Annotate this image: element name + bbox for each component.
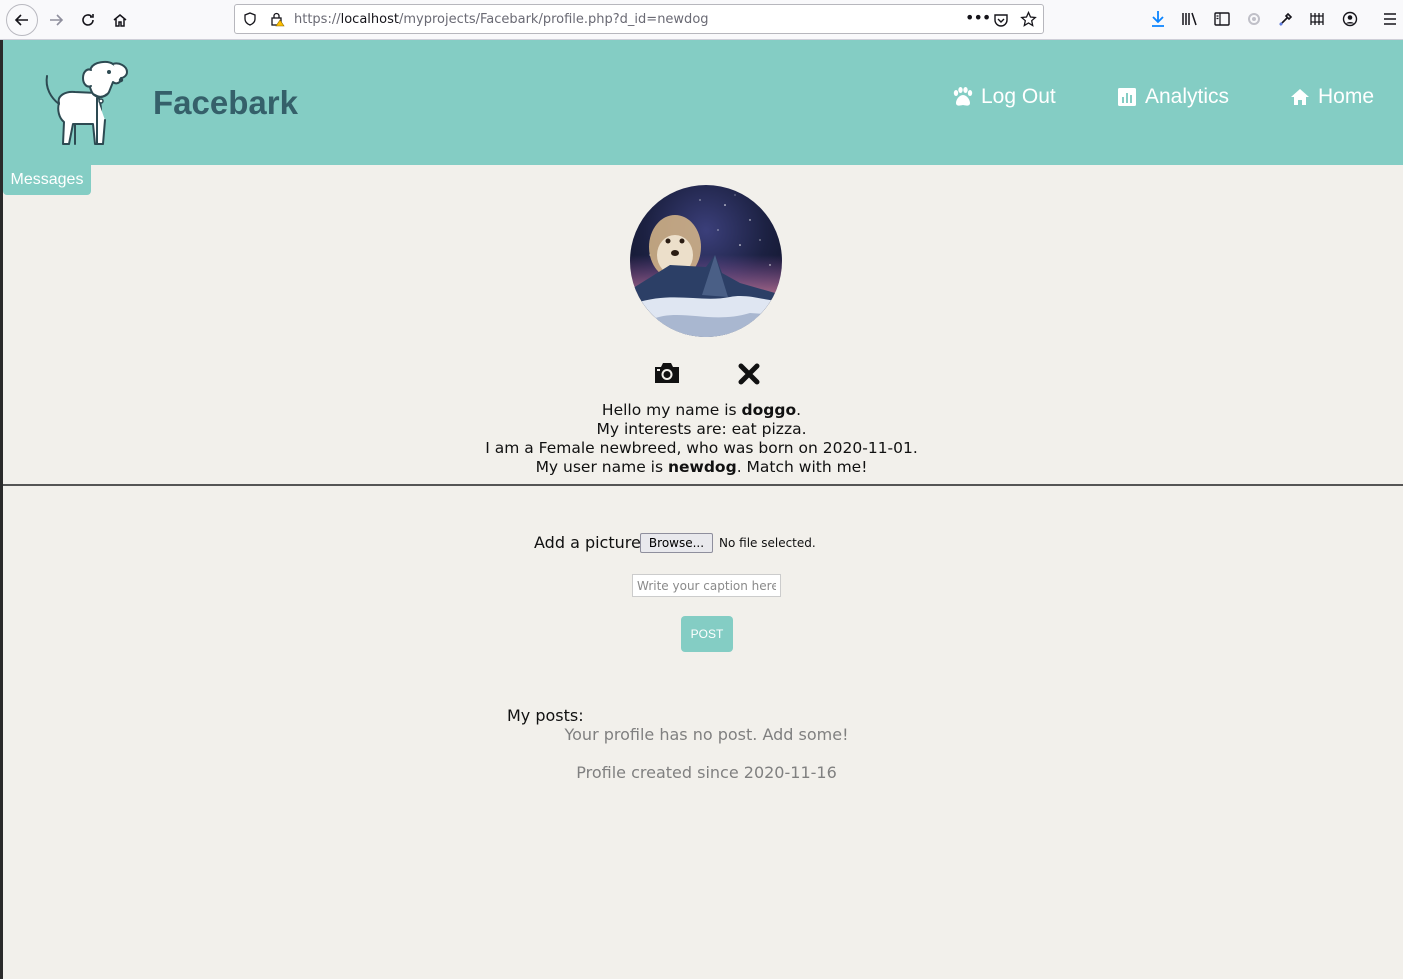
add-picture-label: Add a picture: — [534, 533, 647, 552]
site-header: Facebark Log Out Analytics Home — [3, 40, 1403, 165]
profile-username: newdog — [667, 458, 737, 476]
bio-line-details: I am a Female newbreed, who was born on … — [485, 439, 918, 457]
bookmark-star-icon[interactable] — [1020, 11, 1037, 28]
account-icon[interactable] — [1339, 8, 1361, 30]
bio-line-interests: My interests are: eat pizza. — [596, 420, 807, 438]
browse-file-button[interactable]: Browse... — [640, 533, 713, 553]
bio-line-name: Hello my name is doggo. — [601, 401, 802, 419]
logout-label: Log Out — [981, 85, 1056, 108]
post-button[interactable]: POST — [681, 616, 733, 652]
arrow-right-icon — [50, 14, 64, 26]
reload-button[interactable] — [72, 4, 104, 36]
extension-gear-icon[interactable] — [1243, 8, 1265, 30]
camera-icon — [655, 363, 679, 383]
analytics-link[interactable]: Analytics — [1117, 85, 1229, 109]
paw-icon — [953, 87, 973, 106]
arrow-left-icon — [14, 14, 28, 26]
home-icon — [1291, 89, 1309, 105]
dog-logo-icon[interactable] — [39, 58, 131, 150]
brand-title[interactable]: Facebark — [153, 84, 298, 122]
download-icon[interactable] — [1147, 8, 1169, 30]
url-text: https://localhost/myprojects/Facebark/pr… — [294, 12, 709, 27]
my-posts-heading: My posts: — [507, 706, 584, 725]
profile-name: doggo — [741, 401, 797, 419]
home-outline-icon — [113, 14, 127, 27]
home-browser-button[interactable] — [104, 4, 136, 36]
library-icon[interactable] — [1179, 8, 1201, 30]
ruler-icon[interactable] — [1307, 8, 1329, 30]
remove-photo-button[interactable] — [736, 361, 762, 387]
shield-icon — [244, 12, 256, 26]
messages-tab[interactable]: Messages — [3, 165, 91, 195]
home-link[interactable]: Home — [1290, 85, 1374, 109]
hamburger-menu-icon[interactable] — [1379, 8, 1401, 30]
url-bar[interactable]: https://localhost/myprojects/Facebark/pr… — [234, 4, 1044, 34]
caption-input[interactable] — [632, 574, 781, 597]
reload-icon — [82, 14, 94, 26]
section-divider — [3, 484, 1403, 486]
profile-avatar — [630, 185, 782, 337]
browser-toolbar: https://localhost/myprojects/Facebark/pr… — [0, 0, 1403, 40]
file-status: No file selected. — [719, 536, 816, 550]
close-icon — [738, 363, 760, 385]
forward-button[interactable] — [40, 4, 72, 36]
pocket-icon[interactable] — [993, 12, 1009, 28]
analytics-label: Analytics — [1145, 85, 1230, 108]
eyedropper-icon[interactable] — [1275, 8, 1297, 30]
insecure-lock-icon — [271, 12, 285, 27]
back-button[interactable] — [6, 4, 38, 36]
logout-link[interactable]: Log Out — [951, 85, 1056, 109]
profile-created-date: Profile created since 2020-11-16 — [576, 763, 837, 782]
chart-icon — [1118, 88, 1136, 106]
sidebar-icon[interactable] — [1211, 8, 1233, 30]
bio-line-username: My user name is newdog. Match with me! — [535, 458, 868, 476]
home-label: Home — [1318, 85, 1375, 108]
empty-posts-message: Your profile has no post. Add some! — [564, 725, 849, 744]
change-photo-button[interactable] — [651, 360, 683, 386]
more-actions-icon[interactable]: ••• — [965, 8, 991, 27]
